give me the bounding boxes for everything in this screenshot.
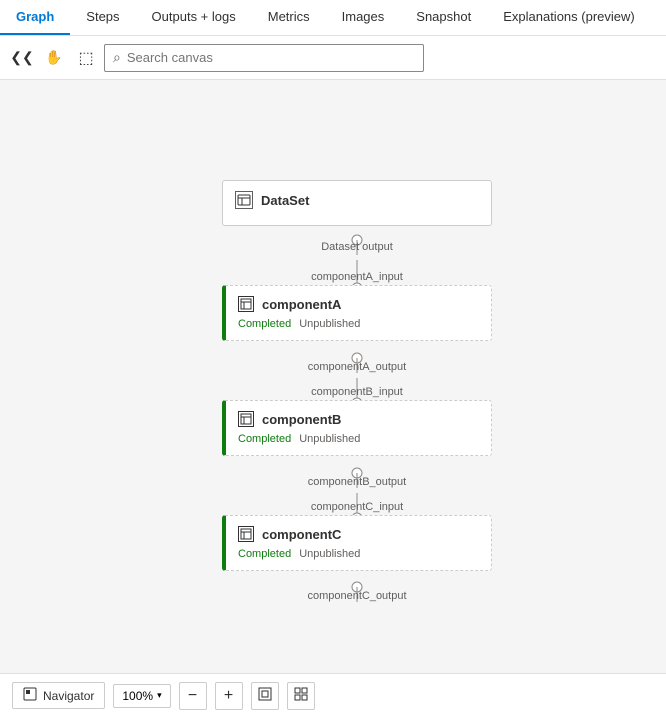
grid-icon [294,687,308,704]
navigator-icon [23,687,37,704]
app-container: Graph Steps Outputs + logs Metrics Image… [0,0,666,717]
canvas-inner: Dataset output componentA_input componen… [0,80,666,673]
tab-metrics[interactable]: Metrics [252,0,326,35]
svg-text:componentA_output: componentA_output [308,361,406,373]
component-c-title: componentC [262,527,341,542]
component-a-title: componentA [262,297,341,312]
pointer-icon: ⬚ [78,48,93,68]
hand-icon: ✋ [45,49,62,66]
zoom-out-icon: − [188,687,197,705]
svg-text:componentC_input: componentC_input [311,501,403,513]
fit-to-screen-button[interactable] [251,682,279,710]
tab-explanations[interactable]: Explanations (preview) [487,0,651,35]
fit-screen-icon [258,687,272,704]
grid-view-button[interactable] [287,682,315,710]
component-c-badge-unpublished: Unpublished [299,548,360,560]
chevron-down-icon: ▾ [157,690,162,701]
navigator-button[interactable]: Navigator [12,682,105,709]
component-b-icon [238,411,254,427]
dataset-title: DataSet [261,193,309,208]
search-box[interactable]: ⌕ [104,44,424,72]
zoom-level: 100% [122,689,153,703]
component-a-badge-completed: Completed [238,318,291,330]
zoom-in-icon: + [224,687,233,705]
tab-outputs-logs[interactable]: Outputs + logs [136,0,252,35]
svg-text:componentA_input: componentA_input [311,271,403,283]
component-b-badge-unpublished: Unpublished [299,433,360,445]
tab-graph[interactable]: Graph [0,0,70,35]
component-b-title: componentB [262,412,341,427]
tab-snapshot[interactable]: Snapshot [400,0,487,35]
component-c-icon [238,526,254,542]
pointer-tool-button[interactable]: ⬚ [72,44,100,72]
top-tabs: Graph Steps Outputs + logs Metrics Image… [0,0,666,36]
expand-icon: ❮❮ [10,49,33,66]
svg-text:componentC_output: componentC_output [307,590,406,602]
zoom-in-button[interactable]: + [215,682,243,710]
component-b-node[interactable]: componentB Completed Unpublished [222,400,492,456]
dataset-node[interactable]: DataSet [222,180,492,226]
expand-button[interactable]: ❮❮ [8,44,36,72]
zoom-out-button[interactable]: − [179,682,207,710]
component-c-node[interactable]: componentC Completed Unpublished [222,515,492,571]
zoom-control[interactable]: 100% ▾ [113,684,170,708]
search-input[interactable] [127,50,415,65]
component-a-node[interactable]: componentA Completed Unpublished [222,285,492,341]
dataset-icon [235,191,253,209]
tab-images[interactable]: Images [326,0,401,35]
search-icon: ⌕ [113,49,121,66]
component-b-badge-completed: Completed [238,433,291,445]
canvas: Dataset output componentA_input componen… [0,80,666,673]
hand-tool-button[interactable]: ✋ [40,44,68,72]
connections-svg: Dataset output componentA_input componen… [0,80,666,673]
component-a-badge-unpublished: Unpublished [299,318,360,330]
toolbar: ❮❮ ✋ ⬚ ⌕ [0,36,666,80]
svg-text:Dataset output: Dataset output [321,241,393,253]
tab-steps[interactable]: Steps [70,0,135,35]
bottom-bar: Navigator 100% ▾ − + [0,673,666,717]
svg-text:componentB_output: componentB_output [308,476,406,488]
svg-text:componentB_input: componentB_input [311,386,403,398]
navigator-label: Navigator [43,689,94,703]
component-a-icon [238,296,254,312]
component-c-badge-completed: Completed [238,548,291,560]
